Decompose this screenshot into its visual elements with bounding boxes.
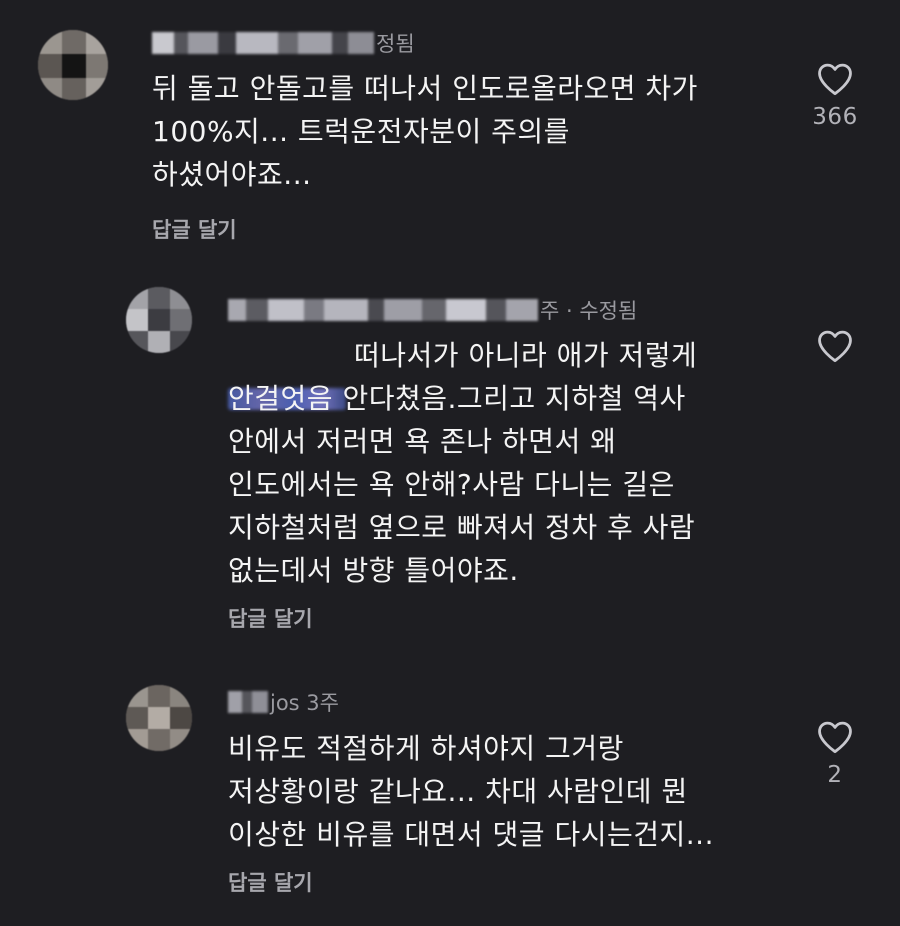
like-control[interactable]: 2 [800,720,870,788]
reply-button[interactable]: 답글 달기 [228,867,313,897]
comment-text-body: 떠나서가 아니라 애가 저렇게 안걸엇음 안다쳤음.그리고 지하철 역사 안에서… [228,339,698,587]
comment-timestamp: 주 · 수정됨 [540,299,638,323]
comment-timestamp: 정됨 [376,32,415,56]
avatar[interactable] [126,685,192,751]
comment-meta: jos 3주 [228,685,339,719]
like-control[interactable]: 366 [800,62,870,130]
heart-outline-icon[interactable] [816,720,854,754]
like-count: 2 [827,762,843,788]
comment-timestamp: jos 3주 [270,691,339,715]
comment-meta: 정됨 [152,26,415,60]
username-blurred[interactable] [228,688,268,716]
heart-outline-icon[interactable] [816,329,854,363]
reply-button[interactable]: 답글 달기 [228,603,313,633]
like-control[interactable] [800,329,870,371]
comment-text: 비유도 적절하게 하셔야지 그거랑 저상황이랑 같나요... 차대 사람인데 뭔… [228,732,714,851]
reply-button[interactable]: 답글 달기 [152,214,237,244]
username-blurred[interactable] [228,296,538,324]
heart-outline-icon[interactable] [816,62,854,96]
username-blurred[interactable] [152,29,374,57]
comment-text: 뒤 돌고 안돌고를 떠나서 인도로올라오면 차가 100%지... 트럭운전자분… [152,72,698,191]
like-count: 366 [812,104,858,130]
avatar[interactable] [38,30,108,100]
comment-meta: 주 · 수정됨 [228,293,637,327]
avatar[interactable] [126,287,192,353]
